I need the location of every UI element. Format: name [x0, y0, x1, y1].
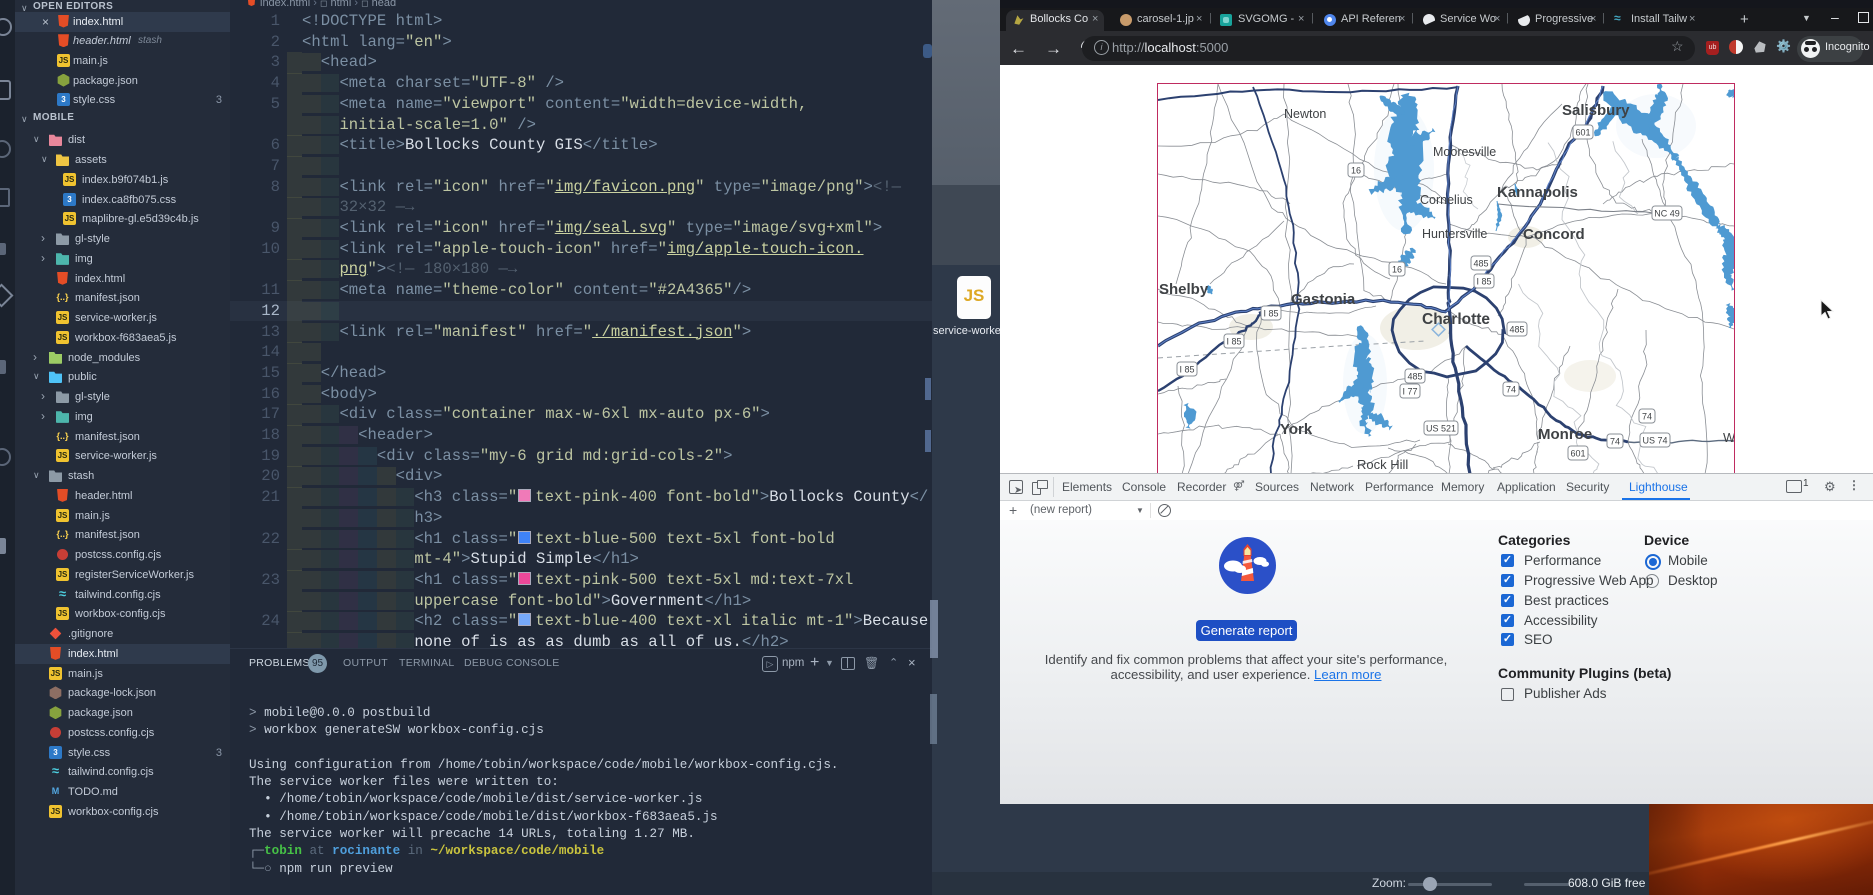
svg-text:Charlotte: Charlotte: [1422, 311, 1490, 328]
svg-text:Shelby: Shelby: [1159, 281, 1209, 298]
svg-text:74: 74: [1642, 412, 1652, 422]
svg-text:Mooresville: Mooresville: [1433, 145, 1496, 159]
svg-text:485: 485: [1407, 372, 1422, 382]
svg-text:16: 16: [1392, 265, 1402, 275]
svg-text:16: 16: [1351, 166, 1361, 176]
svg-text:NC 49: NC 49: [1654, 209, 1680, 219]
svg-text:Gastonia: Gastonia: [1291, 291, 1356, 308]
svg-text:485: 485: [1473, 259, 1488, 269]
svg-text:74: 74: [1506, 385, 1516, 395]
svg-text:601: 601: [1570, 449, 1585, 459]
svg-text:I 85: I 85: [1476, 277, 1491, 287]
svg-text:Newton: Newton: [1284, 107, 1326, 121]
svg-text:Rock Hill: Rock Hill: [1357, 457, 1408, 472]
svg-text:Monroe: Monroe: [1538, 426, 1592, 443]
svg-text:74: 74: [1610, 437, 1620, 447]
svg-text:601: 601: [1575, 128, 1590, 138]
svg-text:Salisbury: Salisbury: [1562, 102, 1630, 119]
svg-text:I 85: I 85: [1226, 337, 1241, 347]
svg-text:York: York: [1280, 421, 1313, 438]
svg-text:I 85: I 85: [1263, 309, 1278, 319]
svg-text:485: 485: [1509, 325, 1524, 335]
svg-text:Cornelius: Cornelius: [1420, 193, 1473, 207]
svg-text:Concord: Concord: [1523, 226, 1585, 243]
svg-text:US 74: US 74: [1642, 436, 1667, 446]
svg-text:I 85: I 85: [1179, 365, 1194, 375]
svg-text:I 77: I 77: [1402, 387, 1417, 397]
svg-text:Kannapolis: Kannapolis: [1497, 184, 1578, 201]
svg-text:US 521: US 521: [1426, 424, 1456, 434]
svg-text:Wa: Wa: [1723, 430, 1735, 445]
svg-text:Huntersville: Huntersville: [1422, 227, 1487, 241]
